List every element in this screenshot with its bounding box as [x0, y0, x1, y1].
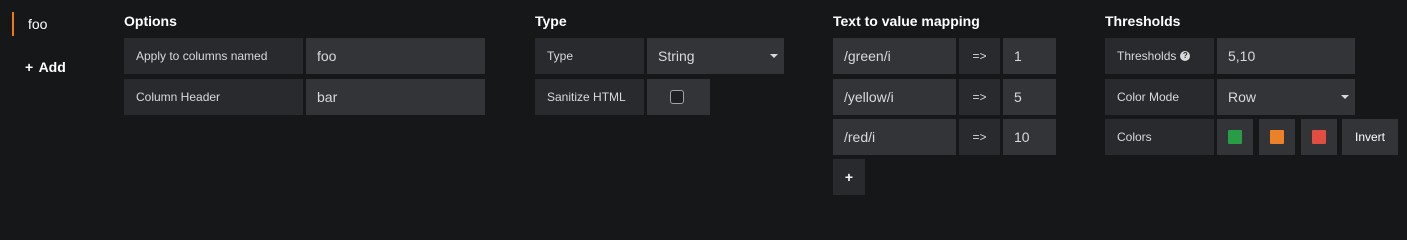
add-style-button[interactable]: + Add — [25, 57, 66, 77]
color-swatch — [1312, 130, 1326, 144]
plus-icon: + — [844, 169, 854, 185]
column-header-label: Column Header — [124, 79, 303, 115]
options-title: Options — [124, 13, 177, 29]
mapping-value-input[interactable] — [1003, 38, 1056, 74]
thresholds-label-text: Thresholds — [1117, 49, 1177, 63]
type-label: Type — [535, 38, 644, 74]
thresholds-title: Thresholds — [1105, 13, 1181, 29]
mapping-text-input[interactable] — [833, 79, 956, 115]
colors-label: Colors — [1105, 119, 1214, 155]
color-mode-select[interactable]: Row — [1217, 79, 1355, 115]
mapping-text-input[interactable] — [833, 119, 956, 155]
column-header-input[interactable] — [306, 79, 485, 115]
invert-colors-button[interactable]: Invert — [1342, 119, 1398, 155]
caret-down-icon — [1341, 95, 1349, 99]
type-select[interactable]: String — [647, 38, 784, 74]
mapping-arrow: => — [959, 119, 1000, 155]
caret-down-icon — [770, 54, 778, 58]
apply-columns-input[interactable] — [306, 38, 485, 74]
color-picker-2[interactable] — [1259, 119, 1295, 155]
style-item-label: foo — [28, 16, 48, 32]
sanitize-html-cell — [647, 79, 710, 115]
add-mapping-button[interactable]: + — [833, 159, 865, 195]
style-item-foo[interactable]: foo — [12, 12, 47, 36]
color-swatch — [1270, 130, 1284, 144]
mapping-text-input[interactable] — [833, 38, 956, 74]
type-select-value: String — [658, 48, 695, 64]
thresholds-input[interactable] — [1217, 38, 1355, 74]
sanitize-html-checkbox[interactable] — [670, 90, 684, 104]
mapping-arrow: => — [959, 38, 1000, 74]
color-picker-1[interactable] — [1217, 119, 1253, 155]
mapping-arrow: => — [959, 79, 1000, 115]
type-title: Type — [535, 13, 567, 29]
add-style-label: Add — [38, 59, 66, 75]
sanitize-html-label: Sanitize HTML — [535, 79, 644, 115]
mapping-title: Text to value mapping — [833, 13, 980, 29]
thresholds-label: Thresholds ? — [1105, 38, 1214, 74]
color-mode-select-value: Row — [1228, 89, 1257, 105]
mapping-value-input[interactable] — [1003, 119, 1056, 155]
color-mode-label: Color Mode — [1105, 79, 1214, 115]
mapping-value-input[interactable] — [1003, 79, 1056, 115]
apply-columns-label: Apply to columns named — [124, 38, 303, 74]
plus-icon: + — [25, 59, 34, 75]
color-picker-3[interactable] — [1301, 119, 1337, 155]
color-swatch — [1228, 130, 1242, 144]
question-circle-icon[interactable]: ? — [1180, 51, 1191, 61]
